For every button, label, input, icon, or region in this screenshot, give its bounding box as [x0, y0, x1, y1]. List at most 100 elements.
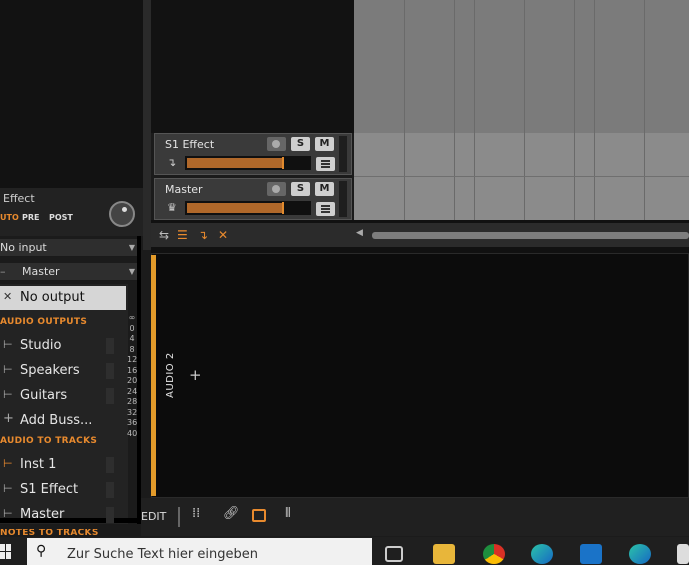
section-header-audio-outputs: AUDIO OUTPUTS [0, 317, 88, 327]
add-device-icon[interactable]: + [189, 366, 202, 384]
grid-line [644, 0, 645, 220]
device-view-icon[interactable] [252, 509, 266, 522]
dropdown-item-guitars[interactable]: ⊢ Guitars [0, 384, 126, 408]
close-icon[interactable]: ✕ [218, 228, 228, 242]
track-header-master[interactable]: Master S M ♛ [154, 178, 352, 220]
fader-fill [187, 203, 282, 213]
scale-label: 36 [127, 418, 138, 427]
track-meter [339, 181, 347, 217]
dropdown-item-no-output[interactable]: ✕ No output [0, 286, 126, 310]
scale-label: 28 [127, 397, 138, 406]
edge-icon[interactable] [531, 544, 553, 564]
meter-slot [106, 363, 114, 379]
search-placeholder: Zur Suche Text hier eingeben [67, 547, 258, 562]
chrome-icon[interactable] [483, 544, 505, 564]
scale-label: 24 [127, 386, 138, 396]
windows-start-icon[interactable] [0, 544, 12, 562]
dropdown-item-master[interactable]: ⊢ Master [0, 503, 126, 527]
edge-icon[interactable] [629, 544, 651, 564]
dropdown-item-label: Studio [20, 338, 62, 353]
outlook-icon[interactable] [580, 544, 602, 564]
scroll-left-icon[interactable]: ◀ [356, 228, 363, 238]
section-header-audio-to-tracks: AUDIO TO TRACKS [0, 436, 98, 446]
effect-name: Effect [3, 192, 35, 205]
return-arrow-icon: ↴ [167, 156, 177, 169]
list-view-icon[interactable]: ☰ [177, 228, 188, 242]
meter-slot [106, 388, 114, 404]
dropdown-item-label: S1 Effect [20, 482, 79, 497]
scale-label: 32 [127, 407, 138, 417]
solo-button[interactable]: S [291, 137, 310, 151]
swap-icon[interactable]: ⇆ [159, 228, 169, 242]
return-arrow-icon[interactable]: ↴ [198, 228, 208, 242]
dropdown-item-studio[interactable]: ⊢ Studio [0, 334, 126, 358]
volume-fader[interactable] [185, 156, 311, 170]
solo-button[interactable]: S [291, 182, 310, 196]
grid-line [454, 0, 455, 220]
output-select[interactable]: – Master ▼ [0, 263, 139, 281]
track-icon: ⊢ [3, 507, 13, 520]
scale-label: 12 [127, 355, 138, 364]
dropdown-item-s1-effect[interactable]: ⊢ S1 Effect [0, 478, 126, 502]
horizontal-scrollbar[interactable] [372, 232, 689, 239]
menu-icon[interactable] [316, 202, 335, 216]
chevron-down-icon: ▼ [128, 243, 135, 252]
file-explorer-icon[interactable] [433, 544, 455, 564]
record-arm-button[interactable] [267, 182, 286, 196]
mute-button[interactable]: M [315, 182, 334, 196]
grid-line [594, 0, 595, 220]
task-view-icon[interactable] [385, 546, 403, 562]
dropdown-item-add-buss[interactable]: + Add Buss... [0, 409, 126, 433]
output-select-value: Master [22, 265, 60, 278]
dropdown-item-label: Speakers [20, 363, 80, 378]
scale-label: 20 [127, 376, 138, 385]
section-header-notes-to-tracks: NOTES TO TRACKS [0, 529, 99, 537]
track-name: Master [165, 183, 203, 196]
input-select[interactable]: No input ▼ [0, 239, 139, 257]
track-icon: ⊢ [3, 457, 13, 470]
send-level-knob[interactable] [109, 201, 135, 227]
divider [178, 507, 180, 527]
menu-icon[interactable] [316, 157, 335, 171]
scale-label: ∞ [128, 313, 136, 322]
meter-slot [106, 338, 114, 354]
dropdown-item-label: Guitars [20, 388, 68, 403]
dropdown-item-label: Add Buss... [20, 413, 93, 428]
track-header-s1-effect[interactable]: S1 Effect S M ↴ [154, 133, 352, 175]
lane-divider [354, 176, 689, 177]
output-icon: ⊢ [3, 388, 13, 401]
app-icon[interactable] [677, 544, 689, 564]
grid-line [574, 0, 575, 220]
track-icon: ⊢ [3, 482, 13, 495]
columns-icon[interactable]: ⦀ [285, 506, 291, 521]
scale-label: 8 [129, 344, 135, 354]
crown-icon: ♛ [167, 201, 177, 214]
mode-pre-button[interactable]: PRE [22, 213, 40, 222]
volume-fader[interactable] [185, 201, 311, 215]
inspector-empty-area [0, 0, 143, 190]
grid-line [404, 0, 405, 220]
fader-handle[interactable] [282, 202, 284, 214]
record-arm-button[interactable] [267, 137, 286, 151]
mode-auto-button[interactable]: UTO [0, 213, 19, 222]
edit-tab[interactable]: EDIT [141, 510, 166, 523]
fader-handle[interactable] [282, 157, 284, 169]
link-icon[interactable]: 🔗︎ [223, 506, 240, 521]
dropdown-frame [137, 236, 141, 524]
dropdown-item-label: Master [20, 507, 65, 522]
device-track-label: AUDIO 2 [165, 352, 176, 398]
search-icon: ⚲ [36, 543, 47, 559]
device-panel [151, 253, 689, 498]
fader-fill [187, 158, 282, 168]
plus-icon: + [3, 411, 14, 426]
track-name: S1 Effect [165, 138, 215, 151]
scale-label: 4 [129, 334, 135, 343]
dots-grid-icon[interactable]: ⁞⁞ [192, 506, 200, 521]
dash-icon: – [0, 265, 6, 278]
scale-label: 0 [129, 323, 135, 333]
dropdown-item-inst-1[interactable]: ⊢ Inst 1 [0, 453, 126, 477]
mute-button[interactable]: M [315, 137, 334, 151]
track-header-empty [151, 0, 354, 133]
dropdown-item-speakers[interactable]: ⊢ Speakers [0, 359, 126, 383]
mode-post-button[interactable]: POST [49, 213, 73, 222]
